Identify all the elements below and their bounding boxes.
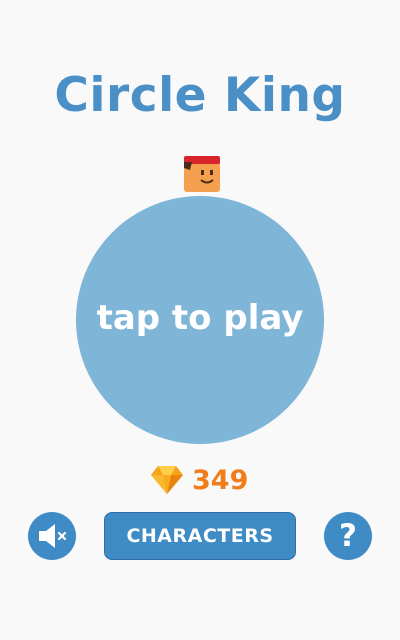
tap-to-play-circle[interactable]: tap to play: [76, 196, 324, 444]
play-label: tap to play: [96, 298, 304, 338]
gem-count: 349: [192, 464, 249, 496]
gem-counter: 349: [150, 462, 248, 498]
game-title: Circle King: [54, 68, 346, 123]
speaker-muted-icon: [39, 524, 67, 548]
game-menu-screen: Circle King tap to play 349 CHARACTERS ?: [0, 0, 400, 640]
diamond-gem-icon: [151, 466, 183, 494]
player-character-icon: [184, 156, 220, 192]
characters-button-label: CHARACTERS: [126, 525, 274, 547]
question-mark-icon: ?: [339, 518, 357, 554]
mute-button[interactable]: [28, 512, 76, 560]
characters-button[interactable]: CHARACTERS: [104, 512, 296, 560]
help-button[interactable]: ?: [324, 512, 372, 560]
